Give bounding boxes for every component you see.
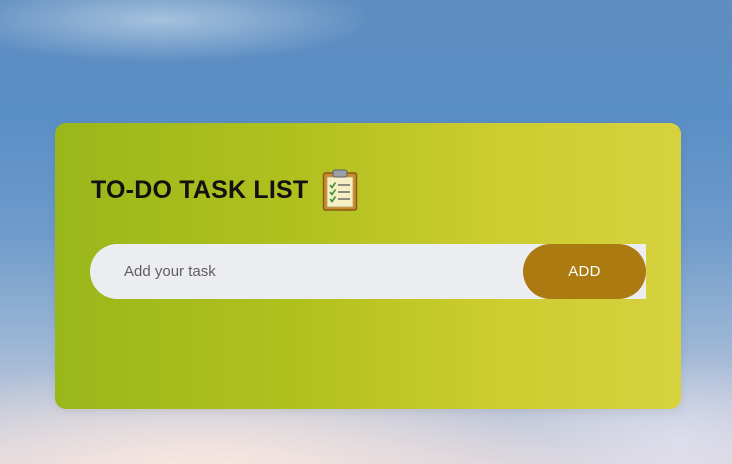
title-row: TO-DO TASK LIST [91,169,358,211]
task-form: ADD [90,244,646,299]
app-title: TO-DO TASK LIST [91,176,309,204]
add-button[interactable]: ADD [523,244,646,299]
clipboard-checklist-icon [322,169,358,211]
todo-card: TO-DO TASK LIST ADD [55,123,681,409]
